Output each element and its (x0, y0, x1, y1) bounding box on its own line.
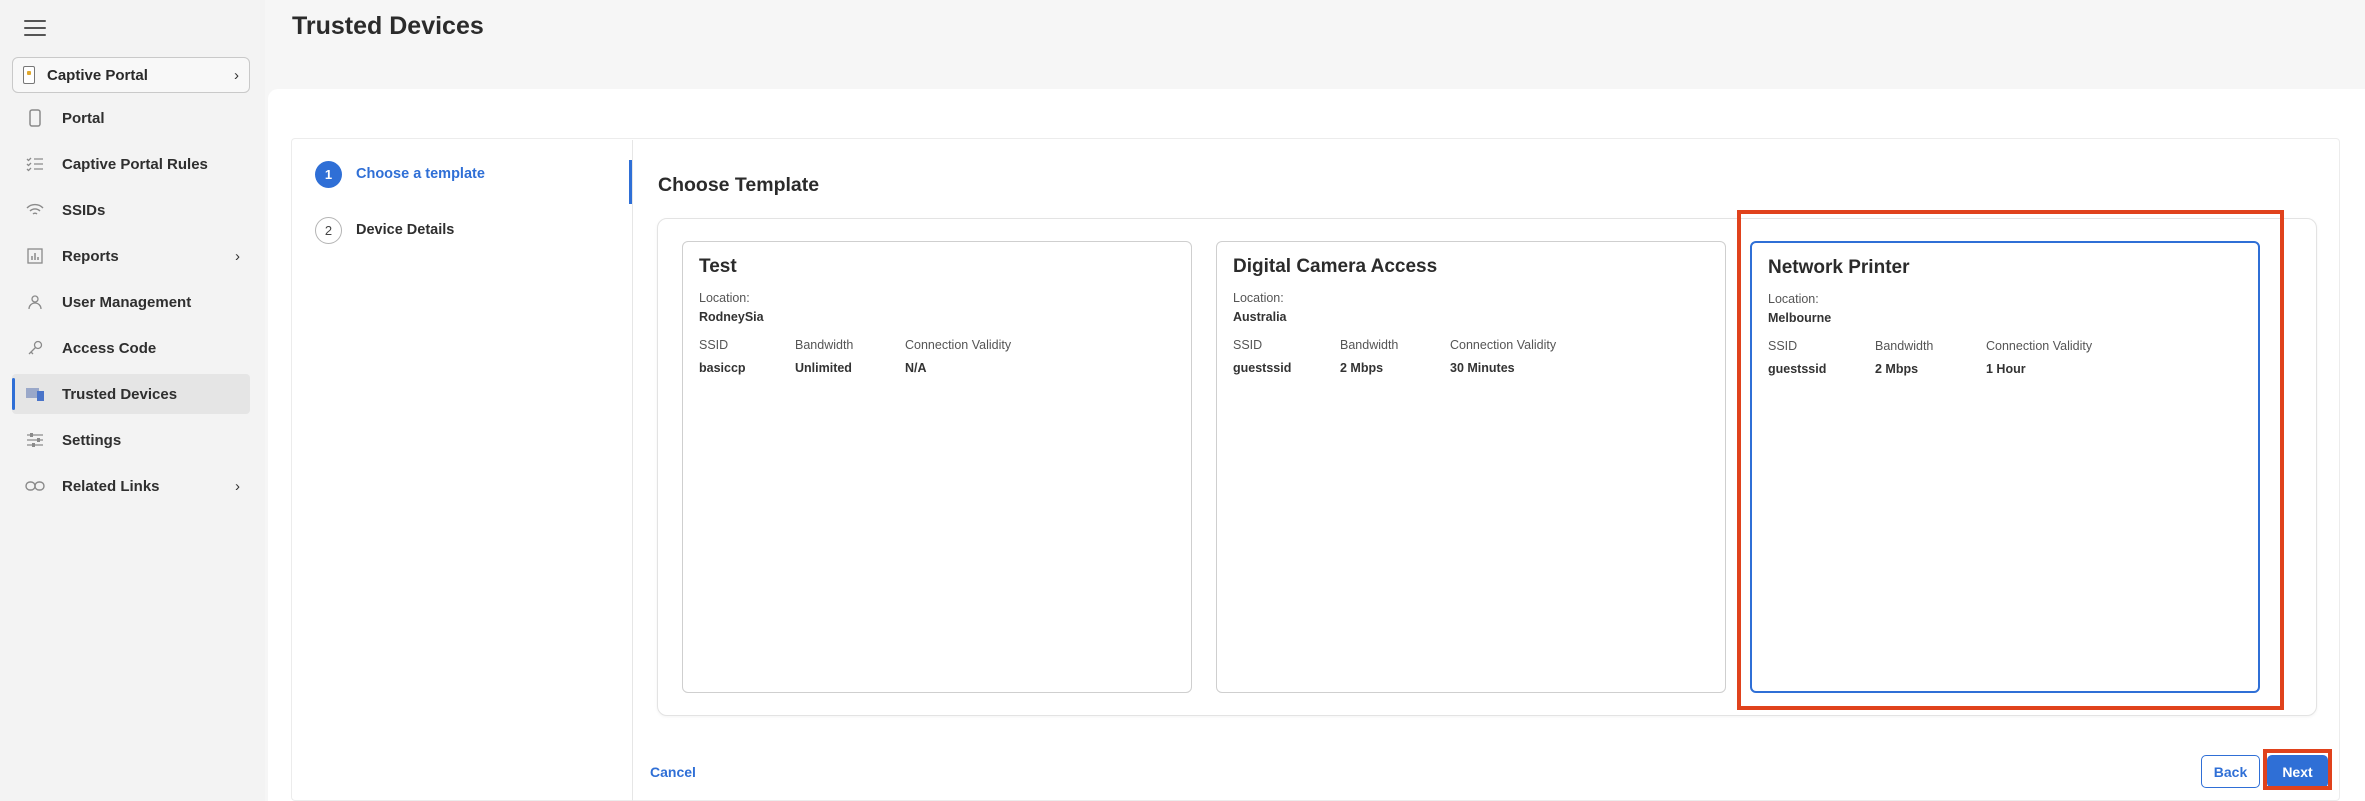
sliders-icon (24, 429, 46, 451)
sidebar-item-label: Settings (62, 431, 122, 449)
sidebar-item-label: Reports (62, 247, 119, 265)
highlight-box-next-button (2263, 749, 2332, 790)
app-switcher[interactable]: Captive Portal › (12, 57, 250, 93)
sidebar-item-access-code[interactable]: Access Code (12, 328, 250, 368)
phone-icon (24, 107, 46, 129)
template-meta: SSID basiccp Bandwidth Unlimited Connect… (699, 338, 1175, 375)
validity-label: Connection Validity (1450, 338, 1557, 352)
chevron-right-icon: › (235, 247, 240, 265)
wizard-divider (632, 140, 633, 801)
sidebar-item-captive-portal-rules[interactable]: Captive Portal Rules (12, 144, 250, 184)
sidebar-item-portal[interactable]: Portal (12, 98, 250, 138)
wizard-steps: 1 Choose a template 2 Device Details (291, 160, 631, 272)
sidebar-item-label: Trusted Devices (62, 385, 178, 403)
validity-value: 30 Minutes (1450, 361, 1515, 375)
step-number: 2 (315, 216, 342, 244)
validity-value: N/A (905, 361, 927, 375)
validity-label: Connection Validity (905, 338, 1012, 352)
location-label: Location: (699, 291, 750, 305)
rules-list-icon (24, 153, 46, 175)
ssid-label: SSID (699, 338, 729, 352)
back-button[interactable]: Back (2201, 755, 2260, 788)
hamburger-menu-icon[interactable] (24, 20, 46, 38)
ssid-value: basiccp (699, 361, 746, 375)
sidebar-item-settings[interactable]: Settings (12, 420, 250, 460)
sidebar-item-label: SSIDs (62, 201, 106, 219)
wifi-icon (24, 199, 46, 221)
user-icon (24, 291, 46, 313)
sidebar-item-reports[interactable]: Reports › (12, 236, 250, 276)
step-label: Choose a template (356, 166, 485, 182)
bandwidth-label: Bandwidth (795, 338, 854, 352)
ssid-label: SSID (1233, 338, 1263, 352)
devices-icon (24, 383, 46, 405)
sidebar: Captive Portal › Portal Captive Portal R… (0, 0, 265, 801)
validity-column: Connection Validity N/A (905, 338, 1011, 375)
wizard-step-device-details[interactable]: 2 Device Details (291, 216, 631, 244)
sidebar-item-label: User Management (62, 293, 192, 311)
template-meta: SSID guestssid Bandwidth 2 Mbps Connecti… (1233, 338, 1709, 375)
chevron-right-icon: › (234, 66, 239, 84)
sidebar-item-trusted-devices[interactable]: Trusted Devices (12, 374, 250, 414)
template-card-digital-camera-access[interactable]: Digital Camera Access Location: Australi… (1216, 241, 1726, 693)
bandwidth-column: Bandwidth Unlimited (795, 338, 905, 375)
app-switcher-label: Captive Portal (47, 66, 148, 84)
sidebar-nav: Portal Captive Portal Rules SSIDs Report… (12, 98, 250, 512)
step-number: 1 (315, 160, 342, 188)
captive-portal-app-icon (23, 66, 35, 84)
chevron-right-icon: › (235, 477, 240, 495)
bandwidth-column: Bandwidth 2 Mbps (1340, 338, 1450, 375)
template-card-test[interactable]: Test Location: RodneySia SSID basiccp Ba… (682, 241, 1192, 693)
bar-chart-icon (24, 245, 46, 267)
ssid-value: guestssid (1233, 361, 1292, 375)
wizard-step-choose-template[interactable]: 1 Choose a template (291, 160, 631, 188)
sidebar-item-label: Captive Portal Rules (62, 155, 208, 173)
step-label: Device Details (356, 222, 455, 238)
sidebar-item-label: Portal (62, 109, 105, 127)
cancel-button[interactable]: Cancel (650, 764, 696, 780)
section-title: Choose Template (658, 174, 820, 196)
bandwidth-value: 2 Mbps (1340, 361, 1384, 375)
location-value: RodneySia (699, 310, 764, 324)
sidebar-item-related-links[interactable]: Related Links › (12, 466, 250, 506)
sidebar-item-label: Access Code (62, 339, 157, 357)
sidebar-item-ssids[interactable]: SSIDs (12, 190, 250, 230)
template-name: Digital Camera Access (1233, 256, 1438, 277)
page-title: Trusted Devices (292, 12, 484, 40)
highlight-box-selected-card (1737, 210, 2284, 710)
ssid-column: SSID guestssid (1233, 338, 1340, 375)
location-value: Australia (1233, 310, 1287, 324)
link-icon (24, 475, 46, 497)
validity-column: Connection Validity 30 Minutes (1450, 338, 1556, 375)
bandwidth-label: Bandwidth (1340, 338, 1399, 352)
sidebar-item-user-management[interactable]: User Management (12, 282, 250, 322)
template-name: Test (699, 256, 737, 277)
location-label: Location: (1233, 291, 1284, 305)
sidebar-item-label: Related Links (62, 477, 160, 495)
bandwidth-value: Unlimited (795, 361, 852, 375)
ssid-column: SSID basiccp (699, 338, 795, 375)
key-icon (24, 337, 46, 359)
